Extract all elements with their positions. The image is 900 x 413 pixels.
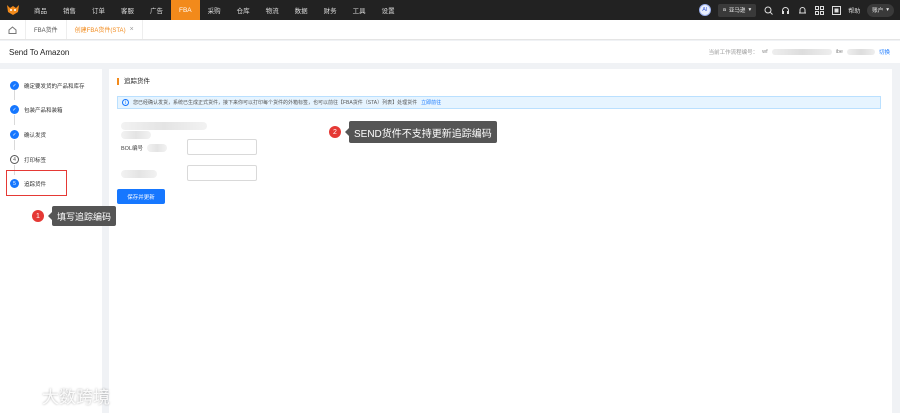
nav-item-fba[interactable]: FBA [171, 0, 200, 20]
tab-label: 创建FBA货件(STA) [74, 28, 126, 34]
close-icon[interactable]: × [130, 26, 134, 33]
nav-item-sales[interactable]: 销售 [55, 0, 84, 20]
tab-fba-shipments[interactable]: FBA货件 [26, 20, 67, 39]
nav-item-warehouse[interactable]: 仓库 [229, 0, 258, 20]
callout-number: 1 [32, 210, 44, 222]
home-icon [8, 25, 17, 34]
step-connector [14, 140, 15, 150]
search-icon[interactable] [763, 5, 773, 15]
workflow-id-redacted [846, 49, 875, 55]
step-label: 包装产品和装箱 [24, 107, 63, 114]
main-nav: 商品 销售 订单 客服 广告 FBA 采购 仓库 物流 数据 财务 工具 设置 [26, 0, 403, 20]
workflow-id-redacted [771, 49, 832, 55]
redacted-text [121, 122, 207, 130]
nav-item-orders[interactable]: 订单 [84, 0, 113, 20]
page-title: Send To Amazon [9, 47, 70, 57]
step-2[interactable]: ✓ 包装产品和装箱 [10, 105, 63, 114]
account-label: 账户 [872, 8, 884, 14]
ai-assistant-button[interactable]: AI [698, 4, 711, 16]
chevron-down-icon: ▾ [886, 7, 889, 13]
watermark: 大数跨境 [8, 383, 110, 408]
section-title: 追踪货件 [117, 78, 150, 85]
watermark-text: 大数跨境 [42, 388, 110, 408]
annotation-callout-1: 1 填写追踪编码 [32, 206, 117, 226]
step-3[interactable]: ✓ 确认发货 [10, 130, 46, 139]
nav-item-service[interactable]: 客服 [113, 0, 142, 20]
step-4[interactable]: 4 打印标签 [10, 155, 46, 164]
step-done-icon: ✓ [10, 105, 19, 114]
workflow-info: 当前工作流程编号： wf ibe 切换 [709, 41, 890, 63]
step-done-icon: ✓ [10, 81, 19, 90]
tabs-bar: FBA货件 创建FBA货件(STA) × [0, 20, 900, 40]
nav-item-tools[interactable]: 工具 [345, 0, 374, 20]
step-label: 确认发货 [24, 132, 47, 139]
step-label: 确定要发货的产品和库存 [24, 83, 85, 90]
callout-text: 填写追踪编码 [52, 206, 117, 226]
nav-item-finance[interactable]: 财务 [316, 0, 345, 20]
chevron-down-icon: ▾ [748, 7, 752, 13]
nav-item-ads[interactable]: 广告 [142, 0, 171, 20]
apps-grid-icon[interactable] [814, 5, 824, 15]
step-connector [14, 115, 15, 125]
tracking-number-input[interactable] [187, 165, 257, 181]
watermark-logo-icon [8, 386, 34, 404]
callout-number: 2 [329, 126, 341, 138]
app-logo-icon[interactable] [0, 0, 26, 20]
home-tab[interactable] [0, 20, 26, 39]
redacted-text [147, 144, 167, 152]
redacted-text [121, 170, 157, 178]
page-header: Send To Amazon 当前工作流程编号： wf ibe 切换 [0, 41, 900, 63]
switch-workflow-link[interactable]: 切换 [879, 48, 890, 56]
main-content: 追踪货件 i 您已经确认发货，系统已生成正式货件，接下来你可以打印每个货件的外箱… [109, 69, 892, 413]
tab-create-fba-sta[interactable]: 创建FBA货件(STA) × [66, 20, 143, 39]
save-and-update-button[interactable]: 保存并更新 [117, 189, 165, 204]
headset-icon[interactable] [780, 5, 790, 15]
callout-text: SEND货件不支持更新追踪编码 [349, 121, 497, 143]
nav-item-logistics[interactable]: 物流 [258, 0, 287, 20]
nav-item-products[interactable]: 商品 [26, 0, 55, 20]
help-link[interactable]: 帮助 [848, 6, 860, 15]
nav-item-settings[interactable]: 设置 [374, 0, 403, 20]
step-connector [14, 90, 15, 100]
go-now-link[interactable]: 立即前往 [421, 99, 441, 106]
bell-icon[interactable] [797, 5, 807, 15]
nav-item-data[interactable]: 数据 [287, 0, 316, 20]
workflow-label: 当前工作流程编号： [708, 50, 759, 56]
amazon-icon: a [722, 7, 726, 13]
steps-sidebar: ✓ 确定要发货的产品和库存 ✓ 包装产品和装箱 ✓ 确认发货 4 打印标签 5 … [0, 69, 102, 413]
shop-select-label: 亚马逊 [728, 8, 746, 14]
top-right-tools: AI a 亚马逊 ▾ 帮助 账户 ▾ [698, 0, 894, 20]
nav-item-purchase[interactable]: 采购 [200, 0, 229, 20]
annotation-callout-2: 2 SEND货件不支持更新追踪编码 [329, 121, 497, 143]
account-menu[interactable]: 账户 ▾ [867, 3, 894, 17]
banner-text: 您已经确认发货，系统已生成正式货件，接下来你可以打印每个货件的外箱标签，也可以前… [133, 100, 418, 106]
step-number: 4 [10, 155, 19, 164]
tab-label: FBA货件 [34, 28, 58, 34]
step-label: 打印标签 [24, 157, 47, 164]
top-nav-bar: 商品 销售 订单 客服 广告 FBA 采购 仓库 物流 数据 财务 工具 设置 … [0, 0, 900, 20]
shop-select[interactable]: a 亚马逊 ▾ [717, 3, 757, 17]
workflow-id-prefix: wf [762, 49, 768, 55]
step-1[interactable]: ✓ 确定要发货的产品和库存 [10, 81, 85, 90]
redacted-text [121, 131, 151, 139]
workflow-id-suffix: ibe [835, 49, 843, 55]
bol-number-input[interactable] [187, 139, 257, 155]
qr-code-icon[interactable] [831, 5, 841, 15]
bol-label: BOL编号 [121, 146, 144, 152]
info-banner: i 您已经确认发货，系统已生成正式货件，接下来你可以打印每个货件的外箱标签，也可… [117, 96, 881, 109]
annotation-highlight-box [6, 170, 67, 196]
step-done-icon: ✓ [10, 130, 19, 139]
info-icon: i [122, 99, 129, 106]
